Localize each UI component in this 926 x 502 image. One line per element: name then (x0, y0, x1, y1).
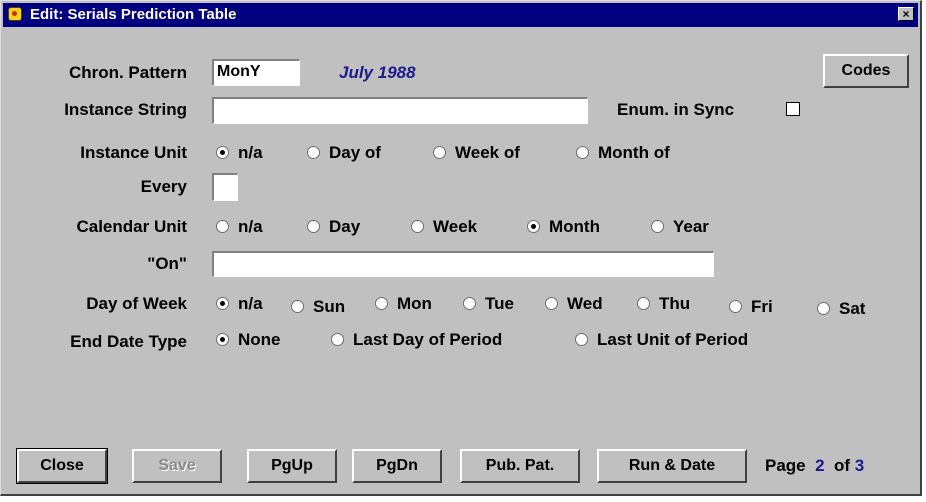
radio-dot (729, 300, 742, 313)
on-field[interactable] (212, 251, 714, 277)
end-date-type-radio-last-day[interactable]: Last Day of Period (331, 330, 502, 350)
radio-dot (216, 146, 229, 159)
radio-dot (433, 146, 446, 159)
day-of-week-radio-tue[interactable]: Tue (463, 294, 514, 314)
calendar-unit-radio-na[interactable]: n/a (216, 217, 263, 237)
instance-unit-radio-month-of[interactable]: Month of (576, 143, 670, 163)
on-label: "On" (147, 254, 187, 273)
radio-dot (307, 146, 320, 159)
radio-dot (411, 220, 424, 233)
instance-string-label: Instance String (64, 100, 187, 119)
calendar-unit-radio-week[interactable]: Week (411, 217, 477, 237)
day-of-week-radio-mon[interactable]: Mon (375, 294, 432, 314)
radio-dot (651, 220, 664, 233)
radio-dot (375, 297, 388, 310)
app-icon (8, 7, 22, 21)
radio-dot (576, 146, 589, 159)
dialog-window: Edit: Serials Prediction Table × Chron. … (0, 0, 922, 496)
title-bar[interactable]: Edit: Serials Prediction Table × (3, 3, 918, 27)
end-date-type-label: End Date Type (70, 332, 187, 351)
current-page: 2 (815, 456, 825, 475)
page-up-button[interactable]: PgUp (247, 449, 337, 483)
close-button[interactable]: Close (16, 448, 108, 484)
instance-unit-label: Instance Unit (80, 143, 187, 162)
page-down-button[interactable]: PgDn (352, 449, 442, 483)
radio-dot (291, 300, 304, 313)
calendar-unit-label: Calendar Unit (76, 217, 187, 236)
of-label: of (834, 456, 851, 475)
run-date-button[interactable]: Run & Date (597, 449, 747, 483)
instance-unit-radio-na[interactable]: n/a (216, 143, 263, 163)
instance-unit-radio-day-of[interactable]: Day of (307, 143, 381, 163)
total-pages: 3 (854, 456, 865, 475)
chron-pattern-date: July 1988 (339, 63, 416, 82)
calendar-unit-radio-day[interactable]: Day (307, 217, 360, 237)
radio-dot (817, 302, 830, 315)
radio-dot (545, 297, 558, 310)
calendar-unit-radio-year[interactable]: Year (651, 217, 709, 237)
window-title: Edit: Serials Prediction Table (30, 6, 237, 23)
radio-dot (307, 220, 320, 233)
calendar-unit-radio-month[interactable]: Month (527, 217, 600, 237)
codes-button[interactable]: Codes (823, 54, 909, 88)
day-of-week-label: Day of Week (86, 294, 187, 313)
save-button[interactable]: Save (132, 449, 222, 483)
every-field[interactable] (212, 173, 238, 201)
chron-pattern-field[interactable]: MonY (212, 59, 300, 86)
radio-dot (527, 220, 540, 233)
day-of-week-radio-thu[interactable]: Thu (637, 294, 690, 314)
end-date-type-radio-last-unit[interactable]: Last Unit of Period (575, 330, 748, 350)
chron-pattern-label: Chron. Pattern (68, 63, 187, 82)
radio-dot (216, 297, 229, 310)
day-of-week-radio-sat[interactable]: Sat (817, 299, 865, 319)
day-of-week-radio-fri[interactable]: Fri (729, 297, 773, 317)
end-date-type-radio-none[interactable]: None (216, 330, 281, 350)
radio-dot (331, 333, 344, 346)
day-of-week-radio-sun[interactable]: Sun (291, 297, 345, 317)
radio-dot (216, 220, 229, 233)
enum-in-sync-label: Enum. in Sync (617, 100, 735, 119)
radio-dot (216, 333, 229, 346)
radio-dot (463, 297, 476, 310)
pub-pat-button[interactable]: Pub. Pat. (460, 449, 580, 483)
page-label: Page (765, 456, 806, 475)
instance-string-field[interactable] (212, 97, 588, 124)
instance-unit-radio-week-of[interactable]: Week of (433, 143, 520, 163)
radio-dot (575, 333, 588, 346)
page-indicator: Page 2 of 3 (765, 456, 864, 476)
radio-dot (637, 297, 650, 310)
every-label: Every (140, 177, 187, 196)
day-of-week-radio-wed[interactable]: Wed (545, 294, 603, 314)
day-of-week-radio-na[interactable]: n/a (216, 294, 263, 314)
enum-in-sync-checkbox[interactable] (786, 102, 800, 116)
close-window-button[interactable]: × (898, 7, 914, 21)
